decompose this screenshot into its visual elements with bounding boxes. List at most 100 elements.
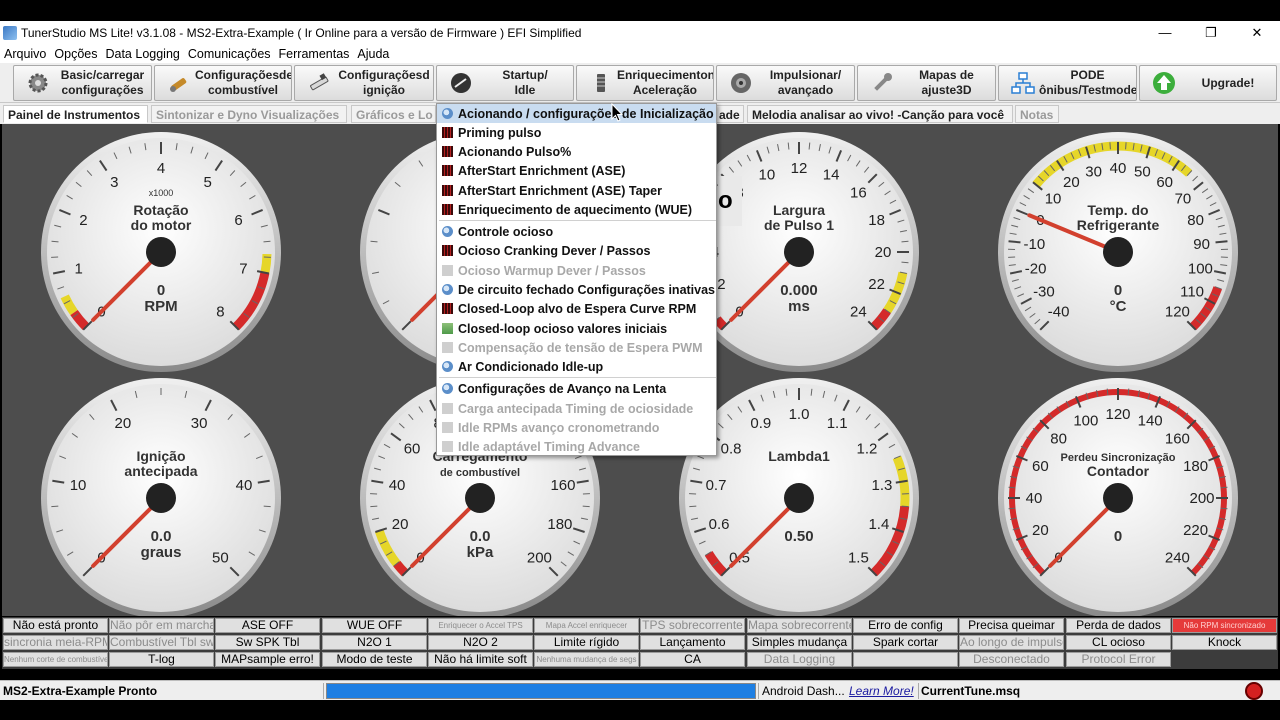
gauge-minor-tick: [1127, 388, 1130, 396]
tab-2[interactable]: Sintonizar e Dyno Visualizações: [151, 105, 347, 123]
toolbar-label-line2: Aceleração: [632, 83, 698, 97]
indicator-light: Protocol Error: [1066, 652, 1171, 667]
minimize-button[interactable]: —: [1142, 21, 1188, 44]
gauge-tick-label: 1.2: [857, 441, 878, 458]
dropdown-menu-item[interactable]: De circuito fechado Configurações inativ…: [437, 280, 716, 299]
restore-button[interactable]: ❐: [1188, 21, 1234, 44]
gauge-major-tick: [1008, 240, 1021, 244]
indicator-light: Perda de dados: [1066, 618, 1171, 633]
gauge-title: Rotação: [133, 202, 188, 218]
gauge-title: do motor: [131, 217, 192, 233]
record-icon[interactable]: [1245, 682, 1263, 700]
gauge-multiplier: x1000: [149, 188, 174, 198]
turbo-icon: [729, 71, 753, 95]
toolbar-button-4[interactable]: Startup/Idle: [436, 65, 574, 101]
toolbar-label-line2: avançado: [777, 83, 834, 97]
dropdown-menu-item[interactable]: Controle ocioso: [437, 222, 716, 241]
tab-4[interactable]: ade: [714, 105, 744, 123]
tab-3[interactable]: Gráficos e Lo: [351, 105, 436, 123]
injector-icon: [167, 71, 191, 95]
tab-6[interactable]: Notas: [1015, 105, 1059, 123]
gauge-tick-label: 120: [1165, 303, 1190, 320]
gauge-tick-label: 220: [1183, 522, 1208, 539]
toolbar-button-2[interactable]: Configuraçõesde combustível: [154, 65, 292, 101]
gauge-tick-label: 80: [1050, 431, 1067, 448]
toolbar-label-line2: ônibus/Testmode: [1039, 83, 1136, 97]
disabled-icon: [442, 265, 453, 276]
gauge-tick-label: 50: [212, 549, 229, 566]
dropdown-menu-item-label: Enriquecimento de aquecimento (WUE): [458, 202, 693, 217]
gauge-tick-label: 0.9: [750, 415, 771, 432]
gauge-tick-label: 180: [1183, 458, 1208, 475]
screen-top-strip: [0, 0, 1280, 21]
toolbar-button-8[interactable]: PODE ônibus/Testmode: [998, 65, 1137, 101]
gauge-hub: [1103, 237, 1133, 267]
digital-readout-fragment: o: [718, 176, 742, 226]
toolbar-label-line1: Configuraçõesde: [195, 68, 291, 82]
menu-ferramentas[interactable]: Ferramentas: [279, 47, 350, 61]
dropdown-menu-item[interactable]: Acionando / configurações de Inicializaç…: [437, 104, 716, 123]
curve-icon: [442, 323, 453, 334]
gauge-hub: [1103, 483, 1133, 513]
disabled-icon: [442, 441, 453, 452]
toolbar-button-5[interactable]: Enriquecimentona Aceleração: [576, 65, 714, 101]
learn-more-link[interactable]: Learn More!: [849, 684, 914, 698]
gauge-hub: [784, 483, 814, 513]
toolbar-button-label: Configuraçõesde combustível: [195, 68, 291, 98]
indicator-light: Desconectado: [959, 652, 1064, 667]
dropdown-menu-item[interactable]: Closed-Loop alvo de Espera Curve RPM: [437, 299, 716, 318]
menu-arquivo[interactable]: Arquivo: [4, 47, 46, 61]
indicator-light: sincronia meia-RPM: [3, 635, 108, 650]
dropdown-menu-item[interactable]: Ocioso Cranking Dever / Passos: [437, 241, 716, 260]
toolbar-button-6[interactable]: Impulsionar/avançado: [716, 65, 855, 101]
gauge-minor-tick: [1008, 486, 1016, 489]
dropdown-menu-item[interactable]: AfterStart Enrichment (ASE) Taper: [437, 181, 716, 200]
gauge-tick-label: 7: [239, 260, 247, 277]
close-button[interactable]: ✕: [1234, 21, 1280, 44]
dropdown-menu-item: Compensação de tensão de Espera PWM: [437, 338, 716, 357]
dropdown-menu-item-label: AfterStart Enrichment (ASE): [458, 163, 626, 178]
tab-1[interactable]: Painel de Instrumentos: [3, 105, 148, 123]
toolbar-button-1[interactable]: Basic/carregar configurações: [13, 65, 152, 101]
gauge-tick-label: 60: [404, 441, 421, 458]
dropdown-menu-item[interactable]: Closed-loop ocioso valores iniciais: [437, 319, 716, 338]
gauge-title: de Pulso 1: [764, 217, 834, 233]
dropdown-menu-item[interactable]: Configurações de Avanço na Lenta: [437, 379, 716, 398]
menu-data-logging[interactable]: Data Logging: [105, 47, 179, 61]
dropdown-menu-item[interactable]: AfterStart Enrichment (ASE): [437, 161, 716, 180]
dropdown-menu-item-label: Controle ocioso: [458, 224, 554, 239]
dropdown-menu-item[interactable]: Ar Condicionado Idle-up: [437, 357, 716, 376]
gauge-hub: [146, 237, 176, 267]
tab-5[interactable]: Melodia analisar ao vivo! -Canção para v…: [747, 105, 1013, 123]
menu-opcoes[interactable]: Opções: [54, 47, 97, 61]
indicator-light: Mapa sobrecorrente: [747, 618, 852, 633]
gauge-tick-label: 200: [527, 549, 552, 566]
gauge-tick-label: 40: [1026, 490, 1043, 507]
dropdown-menu-item[interactable]: Acionando Pulso%: [437, 142, 716, 161]
status-bar: MS2-Extra-Example Pronto Android Dash...…: [0, 680, 1280, 700]
title-bar: TunerStudio MS Lite! v3.1.08 - MS2-Extra…: [0, 21, 1280, 44]
toolbar-button-9[interactable]: Upgrade!: [1139, 65, 1277, 101]
gauge-tick-label: 20: [1063, 174, 1080, 191]
toolbar-button-3[interactable]: Configuraçõesd ignição: [294, 65, 434, 101]
gauge-unit: RPM: [144, 298, 177, 315]
table-icon: [442, 185, 453, 196]
gauge-minor-tick: [263, 505, 271, 508]
gauge-unit: °C: [1110, 298, 1127, 315]
dropdown-menu-item: Ocioso Warmup Dever / Passos: [437, 261, 716, 280]
gauge-title: antecipada: [124, 463, 197, 479]
dropdown-menu-item-label: Idle adaptável Timing Advance: [458, 439, 641, 454]
toolbar-button-7[interactable]: Mapas de ajuste3D: [857, 65, 996, 101]
indicator-light: Lançamento: [640, 635, 745, 650]
window-title: TunerStudio MS Lite! v3.1.08 - MS2-Extra…: [21, 25, 582, 40]
toolbar-label-line1: PODE: [1070, 68, 1105, 82]
gauge-tick-label: 20: [875, 244, 892, 261]
dropdown-menu-item[interactable]: Enriquecimento de aquecimento (WUE): [437, 200, 716, 219]
menu-ajuda[interactable]: Ajuda: [357, 47, 389, 61]
status-separator: [758, 683, 759, 699]
menu-comunicacoes[interactable]: Comunicações: [188, 47, 271, 61]
dropdown-menu-item[interactable]: Priming pulso: [437, 123, 716, 142]
gauge-minor-tick: [689, 505, 697, 508]
gauge-minor-tick: [901, 240, 909, 243]
indicator-light: Simples mudança: [747, 635, 852, 650]
